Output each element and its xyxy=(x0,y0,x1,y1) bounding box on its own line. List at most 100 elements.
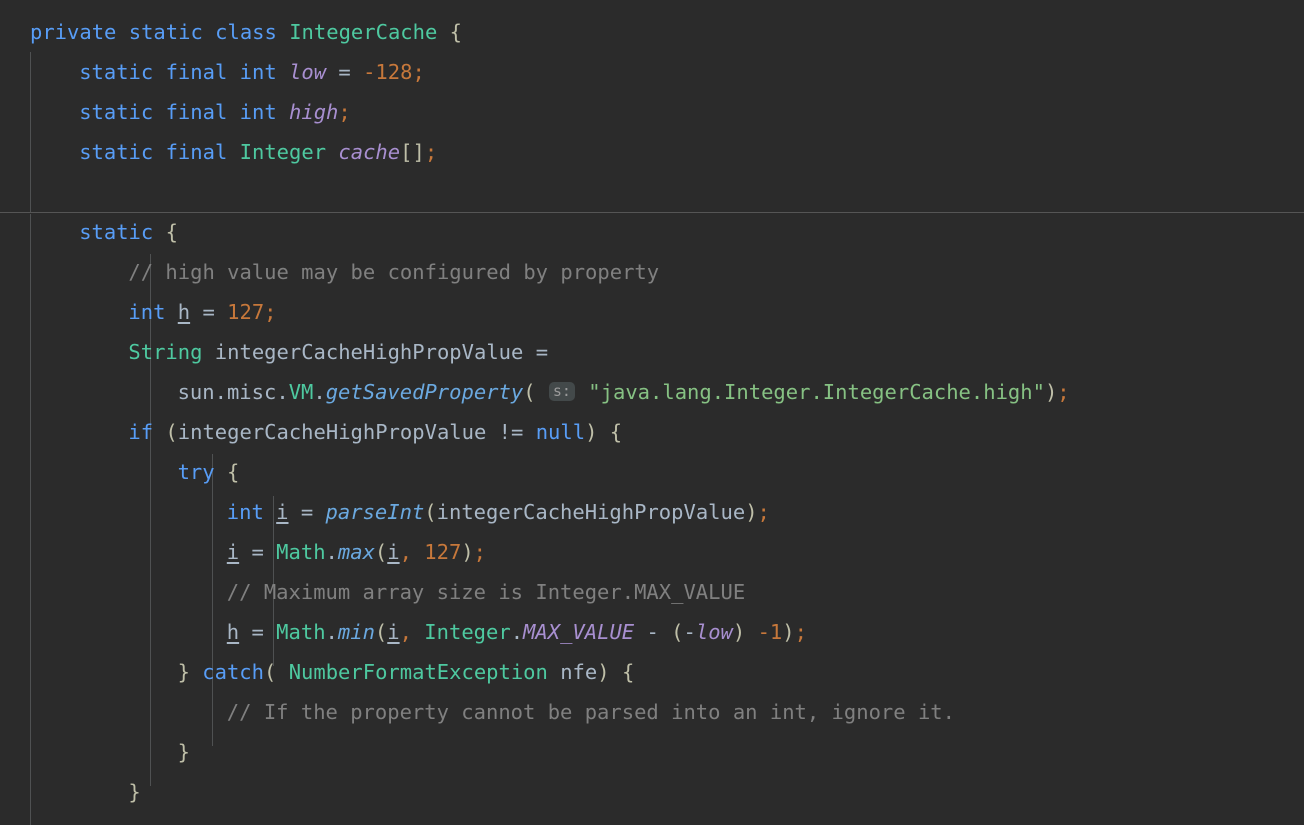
code-token-punct: ; xyxy=(338,100,351,124)
code-line[interactable]: } xyxy=(128,772,140,812)
code-line[interactable]: } catch( NumberFormatException nfe) { xyxy=(178,652,635,692)
code-line[interactable]: // If the property cannot be parsed into… xyxy=(227,692,955,732)
code-token-punct: ; xyxy=(794,620,807,644)
code-token-brace: ( xyxy=(264,660,277,684)
code-token-dot: . xyxy=(313,380,326,404)
code-token-punct: , xyxy=(399,620,412,644)
code-token-localv: h xyxy=(226,620,240,644)
code-token-kw: try xyxy=(177,460,215,484)
code-token-num: 127 xyxy=(424,540,462,564)
code-token-cls: IntegerCache xyxy=(289,20,438,44)
code-token-brace: { xyxy=(609,420,623,444)
code-line[interactable]: i = Math.max(i, 127); xyxy=(227,532,486,572)
code-token-kw: int xyxy=(239,60,277,84)
code-token-kw: static xyxy=(128,20,203,44)
code-token-ident: nfe xyxy=(560,660,598,684)
code-token-method: max xyxy=(337,540,375,564)
code-line[interactable]: try { xyxy=(178,452,240,492)
code-line[interactable]: int h = 127; xyxy=(128,292,276,332)
parameter-name-hint[interactable]: s: xyxy=(548,382,575,401)
code-token-dot: . xyxy=(325,540,338,564)
code-token-method: parseInt xyxy=(325,500,425,524)
code-line[interactable]: static final int low = -128; xyxy=(79,52,425,92)
code-token-brace: ) xyxy=(461,540,474,564)
code-line[interactable]: static final int high; xyxy=(79,92,351,132)
code-line[interactable]: static final Integer cache[]; xyxy=(79,132,437,172)
code-token-brace: } xyxy=(177,740,190,764)
code-token-field: MAX_VALUE xyxy=(523,620,635,644)
code-token-cmt: // high value may be configured by prope… xyxy=(128,260,660,284)
code-token-num: -128 xyxy=(363,60,413,84)
code-token-brace: ( xyxy=(523,380,536,404)
code-text-layer[interactable]: private static class IntegerCache {stati… xyxy=(0,0,1304,825)
code-line[interactable]: static { xyxy=(79,212,178,252)
code-token-brace: { xyxy=(449,20,463,44)
code-line[interactable]: if (integerCacheHighPropValue != null) { xyxy=(128,412,622,452)
code-token-type: VM xyxy=(288,380,314,404)
code-token-brace: ) xyxy=(732,620,746,644)
code-token-ident: integerCacheHighPropValue xyxy=(214,340,524,364)
code-line[interactable]: } xyxy=(178,732,190,772)
code-token-punct: ; xyxy=(424,140,438,164)
code-token-punct: ; xyxy=(1057,380,1070,404)
code-token-kw: class xyxy=(215,20,277,44)
code-line[interactable]: private static class IntegerCache { xyxy=(30,12,462,52)
code-token-brace: ( xyxy=(165,420,178,444)
code-token-kw: catch xyxy=(202,660,264,684)
code-token-ident: integerCacheHighPropValue xyxy=(436,500,746,524)
code-line[interactable]: String integerCacheHighPropValue = xyxy=(128,332,548,372)
code-token-field: cache xyxy=(338,140,401,164)
code-token-method: min xyxy=(337,620,375,644)
code-token-punct: ; xyxy=(264,300,277,324)
code-token-ident: misc xyxy=(226,380,277,404)
code-token-localv: i xyxy=(387,620,400,644)
code-token-brace: ) xyxy=(745,500,758,524)
code-token-type: String xyxy=(128,340,203,364)
code-token-kw: if xyxy=(128,420,154,444)
code-token-cmt: // If the property cannot be parsed into… xyxy=(226,700,955,724)
code-editor-pane[interactable]: private static class IntegerCache {stati… xyxy=(0,0,1304,825)
code-token-op: = xyxy=(338,60,351,84)
code-line[interactable]: int i = parseInt(integerCacheHighPropVal… xyxy=(227,492,770,532)
code-token-brace: ) xyxy=(782,620,795,644)
code-line[interactable]: // high value may be configured by prope… xyxy=(128,252,659,292)
code-token-type: Integer xyxy=(239,140,327,164)
code-token-op: = xyxy=(202,300,215,324)
code-token-kw: static xyxy=(79,60,154,84)
code-token-kw: final xyxy=(165,140,228,164)
code-line[interactable]: // Maximum array size is Integer.MAX_VAL… xyxy=(227,572,745,612)
code-token-kw: final xyxy=(165,100,228,124)
code-token-brace: } xyxy=(177,660,190,684)
code-token-dot: . xyxy=(325,620,338,644)
code-line[interactable]: sun.misc.VM.getSavedProperty( s: "java.l… xyxy=(178,372,1070,412)
code-token-brace: { xyxy=(621,660,635,684)
code-token-localv: i xyxy=(276,500,289,524)
code-token-dot: . xyxy=(276,380,289,404)
code-token-brace: } xyxy=(128,780,141,804)
code-token-punct: ; xyxy=(412,60,425,84)
code-line[interactable]: h = Math.min(i, Integer.MAX_VALUE - (-lo… xyxy=(227,612,807,652)
code-token-op: != xyxy=(498,420,524,444)
code-token-kw: private xyxy=(30,20,117,44)
code-token-brace: ) xyxy=(1044,380,1058,404)
